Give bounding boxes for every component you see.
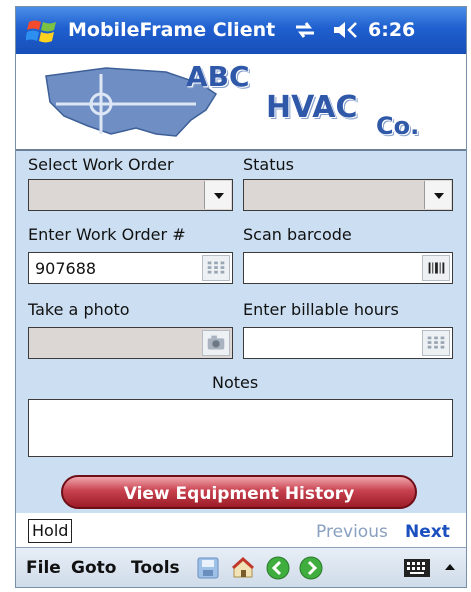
- view-equipment-history-button[interactable]: View Equipment History: [61, 475, 417, 509]
- billable-hours-label: Enter billable hours: [243, 300, 399, 319]
- keyboard-icon[interactable]: [403, 558, 431, 578]
- up-arrow-icon[interactable]: [444, 560, 456, 576]
- camera-icon[interactable]: [202, 330, 230, 356]
- save-icon[interactable]: [196, 556, 220, 580]
- volume-icon[interactable]: [332, 19, 358, 41]
- device-screen: MobileFrame Client 6:26 ABC HVAC Co. Sel…: [15, 6, 467, 588]
- status-label: Status: [243, 155, 294, 174]
- scan-barcode-input[interactable]: [243, 252, 453, 284]
- billable-hours-input[interactable]: [243, 327, 453, 359]
- enter-work-order-label: Enter Work Order #: [28, 225, 186, 244]
- previous-link[interactable]: Previous: [316, 522, 388, 542]
- hold-button[interactable]: Hold: [28, 519, 73, 543]
- notes-textarea[interactable]: [28, 399, 453, 457]
- notes-label: Notes: [212, 373, 259, 392]
- navigation-row: Hold Previous Next: [16, 513, 466, 547]
- back-arrow-icon[interactable]: [266, 556, 290, 580]
- logo-abc-text: ABC: [186, 60, 250, 93]
- logo-co-text: Co.: [376, 112, 420, 140]
- status-dropdown[interactable]: [243, 179, 453, 211]
- barcode-icon[interactable]: [422, 255, 450, 281]
- chevron-down-icon[interactable]: [424, 181, 451, 209]
- home-icon[interactable]: [231, 556, 255, 580]
- windows-start-icon[interactable]: [26, 16, 58, 46]
- next-link[interactable]: Next: [405, 522, 450, 542]
- menu-bar: File Goto Tools: [16, 547, 466, 587]
- keypad-icon[interactable]: [422, 330, 450, 356]
- forward-arrow-icon[interactable]: [299, 556, 323, 580]
- select-work-order-dropdown[interactable]: [28, 179, 233, 211]
- menu-goto[interactable]: Goto: [71, 558, 116, 578]
- title-bar: MobileFrame Client 6:26: [16, 7, 466, 54]
- logo-hvac-text: HVAC: [266, 90, 358, 125]
- keypad-icon[interactable]: [202, 255, 230, 281]
- chevron-down-icon[interactable]: [204, 181, 231, 209]
- connectivity-icon[interactable]: [293, 19, 317, 41]
- company-banner: ABC HVAC Co.: [16, 54, 466, 151]
- select-work-order-label: Select Work Order: [28, 155, 174, 174]
- work-order-number-value: 907688: [35, 259, 97, 278]
- work-order-number-input[interactable]: 907688: [28, 252, 233, 284]
- app-title: MobileFrame Client: [68, 19, 276, 41]
- take-photo-field[interactable]: [28, 327, 233, 359]
- clock[interactable]: 6:26: [368, 19, 415, 41]
- take-photo-label: Take a photo: [28, 300, 130, 319]
- scan-barcode-label: Scan barcode: [243, 225, 352, 244]
- menu-tools[interactable]: Tools: [131, 558, 180, 578]
- menu-file[interactable]: File: [26, 558, 61, 578]
